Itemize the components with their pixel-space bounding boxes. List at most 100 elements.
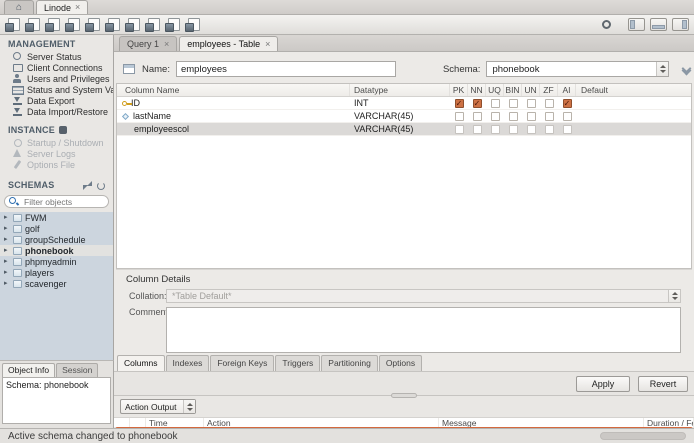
- expand-arrow-icon[interactable]: ▸: [4, 267, 10, 278]
- header-datatype[interactable]: Datatype: [350, 84, 450, 96]
- table-name-input[interactable]: [175, 61, 396, 77]
- open-sql-script-icon[interactable]: [25, 17, 40, 32]
- header-ai[interactable]: AI: [558, 84, 576, 96]
- schema-item-phpmyadmin[interactable]: ▸ phpmyadmin: [0, 256, 113, 267]
- schema-item-fwm[interactable]: ▸ FWM: [0, 212, 113, 223]
- filter-objects-input[interactable]: [22, 195, 100, 208]
- sidebar-item-server-logs[interactable]: Server Logs: [0, 148, 113, 159]
- close-icon[interactable]: ×: [164, 39, 169, 49]
- output-header-message[interactable]: Message: [439, 418, 644, 427]
- flag-uq-checkbox[interactable]: [490, 124, 500, 134]
- tab-query-1[interactable]: Query 1 ×: [119, 36, 178, 51]
- create-schema-icon[interactable]: [45, 17, 60, 32]
- flag-nn-checkbox[interactable]: [472, 124, 482, 134]
- datatype-cell[interactable]: VARCHAR(45): [350, 123, 450, 135]
- schema-item-players[interactable]: ▸ players: [0, 267, 113, 278]
- flag-ai-checkbox[interactable]: [562, 111, 572, 121]
- collapse-all-icon[interactable]: [83, 181, 92, 190]
- subtab-foreign-keys[interactable]: Foreign Keys: [210, 355, 275, 371]
- header-bin[interactable]: BIN: [504, 84, 522, 96]
- flag-bin-checkbox[interactable]: [508, 124, 518, 134]
- default-cell[interactable]: [576, 110, 691, 122]
- close-icon[interactable]: ×: [75, 3, 80, 12]
- stepper-icon[interactable]: [656, 62, 669, 76]
- header-column-name[interactable]: Column Name: [117, 84, 350, 96]
- flag-ai-checkbox[interactable]: [562, 98, 572, 108]
- home-tab[interactable]: ⌂: [4, 0, 34, 14]
- flag-uq-checkbox[interactable]: [490, 111, 500, 121]
- flag-bin-checkbox[interactable]: [508, 111, 518, 121]
- tab-employees-table[interactable]: employees - Table ×: [179, 36, 279, 51]
- header-pk[interactable]: PK: [450, 84, 468, 96]
- sidebar-item-server-status[interactable]: Server Status: [0, 51, 113, 62]
- expand-arrow-icon[interactable]: ▸: [4, 234, 10, 245]
- sidebar-item-data-import[interactable]: Data Import/Restore: [0, 106, 113, 117]
- record-indicator-icon[interactable]: [602, 20, 611, 29]
- sidebar-item-status-system-variables[interactable]: Status and System Variables: [0, 84, 113, 95]
- comment-textarea[interactable]: [166, 307, 681, 353]
- output-header-duration[interactable]: Duration / Fetch: [644, 418, 694, 427]
- header-un[interactable]: UN: [522, 84, 540, 96]
- expand-arrow-icon[interactable]: ▸: [4, 278, 10, 289]
- datatype-cell[interactable]: VARCHAR(45): [350, 110, 450, 122]
- schema-item-scavenger[interactable]: ▸ scavenger: [0, 278, 113, 289]
- flag-zf-checkbox[interactable]: [544, 98, 554, 108]
- instance-actions-icon[interactable]: [58, 126, 67, 134]
- output-type-select[interactable]: Action Output: [120, 399, 196, 414]
- sidebar-item-options-file[interactable]: Options File: [0, 159, 113, 170]
- flag-ai-checkbox[interactable]: [562, 124, 572, 134]
- connection-tab[interactable]: Linode ×: [36, 0, 89, 14]
- sidebar-item-users-privileges[interactable]: Users and Privileges: [0, 73, 113, 84]
- flag-pk-checkbox[interactable]: [454, 124, 464, 134]
- flag-zf-checkbox[interactable]: [544, 124, 554, 134]
- sidebar-item-data-export[interactable]: Data Export: [0, 95, 113, 106]
- new-query-tab-icon[interactable]: [5, 17, 20, 32]
- create-stored-procedure-icon[interactable]: [105, 17, 120, 32]
- revert-button[interactable]: Revert: [638, 376, 688, 392]
- flag-nn-checkbox[interactable]: [472, 111, 482, 121]
- panel-resize-grip[interactable]: [391, 393, 417, 398]
- collation-select[interactable]: *Table Default*: [166, 289, 681, 303]
- schema-item-golf[interactable]: ▸ golf: [0, 223, 113, 234]
- flag-bin-checkbox[interactable]: [508, 98, 518, 108]
- subtab-indexes[interactable]: Indexes: [165, 355, 210, 371]
- search-table-data-icon[interactable]: [165, 17, 180, 32]
- flag-zf-checkbox[interactable]: [544, 111, 554, 121]
- expand-arrow-icon[interactable]: ▸: [4, 212, 10, 223]
- reconnect-dbms-icon[interactable]: [185, 17, 200, 32]
- schema-item-phonebook[interactable]: ▸ phonebook: [0, 245, 113, 256]
- flag-pk-checkbox[interactable]: [454, 111, 464, 121]
- close-icon[interactable]: ×: [265, 39, 270, 49]
- header-nn[interactable]: NN: [468, 84, 486, 96]
- expand-editor-chevron-button[interactable]: [679, 63, 694, 75]
- sidebar-item-client-connections[interactable]: Client Connections: [0, 62, 113, 73]
- subtab-triggers[interactable]: Triggers: [275, 355, 321, 371]
- subtab-partitioning[interactable]: Partitioning: [321, 355, 378, 371]
- expand-arrow-icon[interactable]: ▸: [4, 223, 10, 234]
- create-view-icon[interactable]: [85, 17, 100, 32]
- schema-item-groupschedule[interactable]: ▸ groupSchedule: [0, 234, 113, 245]
- create-table-icon[interactable]: [65, 17, 80, 32]
- expand-arrow-icon[interactable]: ▸: [4, 245, 10, 256]
- apply-button[interactable]: Apply: [576, 376, 630, 392]
- output-header-action[interactable]: Action: [204, 418, 439, 427]
- tab-object-info[interactable]: Object Info: [2, 363, 56, 377]
- header-default[interactable]: Default: [576, 84, 691, 96]
- sidebar-item-startup-shutdown[interactable]: Startup / Shutdown: [0, 137, 113, 148]
- expand-arrow-icon[interactable]: ▸: [4, 256, 10, 267]
- flag-un-checkbox[interactable]: [526, 111, 536, 121]
- toggle-output-area-button[interactable]: [650, 18, 667, 31]
- column-row-employeescol[interactable]: employeescol VARCHAR(45): [117, 123, 691, 136]
- datatype-cell[interactable]: INT: [350, 97, 450, 109]
- flag-un-checkbox[interactable]: [526, 98, 536, 108]
- subtab-options[interactable]: Options: [378, 355, 423, 371]
- toggle-right-sidebar-button[interactable]: [672, 18, 689, 31]
- header-uq[interactable]: UQ: [486, 84, 504, 96]
- subtab-columns[interactable]: Columns: [117, 355, 165, 371]
- default-cell[interactable]: [576, 97, 691, 109]
- tab-session[interactable]: Session: [56, 363, 99, 377]
- schema-select[interactable]: phonebook: [486, 61, 670, 77]
- default-cell[interactable]: [576, 123, 691, 135]
- header-zf[interactable]: ZF: [540, 84, 558, 96]
- refresh-schemas-icon[interactable]: [96, 181, 105, 190]
